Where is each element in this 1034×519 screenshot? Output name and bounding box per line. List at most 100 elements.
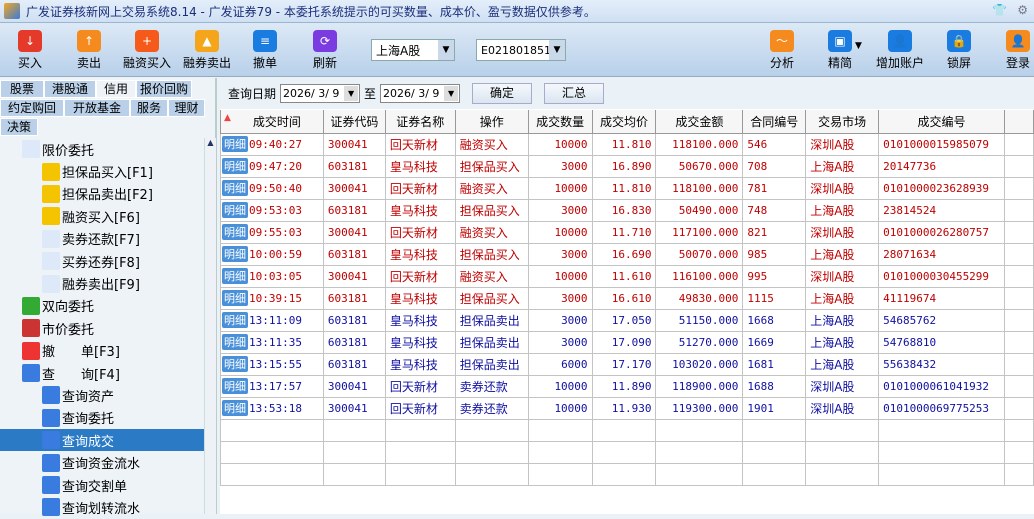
detail-button[interactable]: 明细 [222, 224, 248, 240]
tree-item-1[interactable]: 担保品买入[F1] [0, 160, 204, 182]
detail-button[interactable]: 明细 [222, 180, 248, 196]
detail-button[interactable]: 明细 [222, 290, 248, 306]
detail-button[interactable]: 明细 [222, 356, 248, 372]
tab-2[interactable]: 信用 [96, 80, 136, 98]
document-icon [42, 229, 60, 248]
summary-button[interactable]: 汇总 [544, 83, 605, 104]
login-button[interactable]: 👤 登录 [988, 30, 1034, 71]
cell-value: 深圳A股 [810, 225, 855, 240]
confirm-button[interactable]: 确定 [472, 83, 533, 104]
cell: 回天新材 [384, 396, 456, 420]
tree-scrollbar[interactable]: ▲ [204, 138, 216, 514]
short-sell-button[interactable]: ▲ 融券卖出 [177, 30, 237, 71]
column-header-2[interactable]: 证券名称 [384, 110, 456, 134]
detail-button[interactable]: 明细 [222, 400, 248, 416]
table-row[interactable]: 明细 13:11:09 603181 皇马科技 担保品卖出 3000 17.050 51150… [220, 308, 1034, 332]
cell: 17.090 [591, 330, 657, 354]
add-account-button[interactable]: 👤 增加账户 [870, 30, 930, 71]
tree-item-12[interactable]: 查询委托 [0, 407, 204, 429]
table-row[interactable] [220, 418, 1034, 442]
refresh-button[interactable]: ⟳ 刷新 [295, 30, 355, 71]
table-row[interactable] [220, 462, 1034, 486]
table-row[interactable]: 明细 09:47:20 603181 皇马科技 担保品买入 3000 16.890 50670… [220, 154, 1034, 178]
tree-item-2[interactable]: 担保品卖出[F2] [0, 183, 204, 205]
table-row[interactable]: 明细 09:50:40 300041 回天新材 融资买入 10000 11.810 11810… [220, 176, 1034, 200]
tab-1[interactable]: 港股通 [44, 80, 96, 98]
cell [742, 418, 807, 442]
cancel-order-button[interactable]: ≡ 撤单 [235, 30, 295, 71]
table-row[interactable]: 明细 13:11:35 603181 皇马科技 担保品卖出 3000 17.090 51270… [220, 330, 1034, 354]
window-title: 广发证券核新网上交易系统8.14 - 广发证券79 - 本委托系统提示的可买数量… [26, 4, 596, 19]
table-row[interactable]: 明细 10:00:59 603181 皇马科技 担保品买入 3000 16.690 50070… [220, 242, 1034, 266]
sell-button[interactable]: ↑ 卖出 [59, 30, 119, 71]
detail-button[interactable]: 明细 [222, 312, 248, 328]
table-row[interactable]: 明细 09:53:03 603181 皇马科技 担保品买入 3000 16.830 50490… [220, 198, 1034, 222]
tree-item-5[interactable]: 买券还券[F8] [0, 250, 204, 272]
date-to-input[interactable]: 2026/ 3/ 9 ▼ [380, 84, 461, 103]
column-header-8[interactable]: 交易市场 [805, 110, 880, 134]
tree-item-7[interactable]: 双向委托 [0, 295, 204, 317]
date-from-input[interactable]: 2026/ 3/ 9 ▼ [280, 84, 361, 103]
detail-button[interactable]: 明细 [222, 378, 248, 394]
column-header-5[interactable]: 成交均价 [591, 110, 657, 134]
table-row[interactable]: 明细 13:15:55 603181 皇马科技 担保品卖出 6000 17.170 10302… [220, 352, 1034, 376]
settings-icon[interactable]: ⚙ [1017, 3, 1028, 17]
account-select[interactable]: E021801851 ▼ [476, 39, 566, 61]
tree-item-4[interactable]: 卖券还款[F7] [0, 228, 204, 250]
tree-item-9[interactable]: 撤 单[F3] [0, 340, 204, 362]
column-header-7[interactable]: 合同编号 [742, 110, 807, 134]
table-row[interactable]: 明细 09:55:03 300041 回天新材 融资买入 10000 11.710 11710… [220, 220, 1034, 244]
tree-item-14[interactable]: 查询资金流水 [0, 451, 204, 473]
detail-button[interactable]: 明细 [222, 268, 248, 284]
tab-8[interactable]: 决策 [0, 118, 38, 136]
chevron-down-icon: ▼ [344, 86, 359, 101]
detail-button[interactable]: 明细 [222, 158, 248, 174]
cell: 11.890 [591, 374, 657, 398]
tree-item-16[interactable]: 查询划转流水 [0, 496, 204, 518]
column-header-1[interactable]: 证券代码 [322, 110, 386, 134]
detail-button[interactable]: 明细 [222, 334, 248, 350]
lock-button[interactable]: 🔒 锁屏 [929, 30, 989, 71]
tree-item-13[interactable]: 查询成交 [0, 429, 204, 452]
table-row[interactable]: 明细 13:53:18 300041 回天新材 卖券还款 10000 11.930 11930… [220, 396, 1034, 420]
analysis-button[interactable]: 〜分析 [752, 30, 812, 71]
margin-buy-button[interactable]: + 融资买入 [117, 30, 177, 71]
tree-item-3[interactable]: 融资买入[F6] [0, 205, 204, 227]
chevron-down-icon: ▼ [444, 86, 459, 101]
detail-button[interactable]: 明细 [222, 202, 248, 218]
tree-item-11[interactable]: 查询资产 [0, 384, 204, 406]
buy-button[interactable]: ↓ 买入 [0, 30, 60, 71]
table-row[interactable] [220, 440, 1034, 464]
detail-button[interactable]: 明细 [222, 246, 248, 262]
column-header-6[interactable]: 成交金额 [655, 110, 744, 134]
cell-value: 回天新材 [389, 269, 438, 284]
table-row[interactable]: 明细 10:39:15 603181 皇马科技 担保品买入 3000 16.610 49830… [220, 286, 1034, 310]
column-header-4[interactable]: 成交数量 [527, 110, 593, 134]
tab-4[interactable]: 约定购回 [0, 99, 64, 117]
simple-dropdown-icon[interactable]: ▼ [855, 41, 862, 51]
skin-icon[interactable]: 👕 [992, 3, 1007, 17]
market-select[interactable]: 上海A股 ▼ [371, 39, 455, 61]
cell-value: 担保品买入 [459, 247, 520, 262]
column-header-0[interactable]: ▲ 成交时间 [220, 110, 324, 134]
tab-0[interactable]: 股票 [0, 80, 44, 98]
tab-7[interactable]: 理财 [168, 99, 205, 117]
tree-item-10[interactable]: 查 询[F4] [0, 362, 204, 384]
column-header-3[interactable]: 操作 [454, 110, 529, 134]
table-row[interactable]: 明细 10:03:05 300041 回天新材 融资买入 10000 11.610 11610… [220, 264, 1034, 288]
detail-button[interactable]: 明细 [222, 136, 248, 152]
scroll-up-icon[interactable]: ▲ [205, 138, 216, 147]
table-row[interactable]: 明细 09:40:27 300041 回天新材 融资买入 10000 11.810 11810… [220, 132, 1034, 156]
tree-item-8[interactable]: 市价委托 [0, 317, 204, 339]
tree-item-0[interactable]: 限价委托 [0, 138, 204, 160]
tab-3[interactable]: 报价回购 [136, 80, 192, 98]
tree-item-15[interactable]: 查询交割单 [0, 474, 204, 496]
tab-6[interactable]: 服务 [130, 99, 168, 117]
cell-value: 748 [747, 203, 768, 217]
tree-item-6[interactable]: 融券卖出[F9] [0, 272, 204, 294]
table-row[interactable]: 明细 13:17:57 300041 回天新材 卖券还款 10000 11.890 11890… [220, 374, 1034, 398]
column-header-9[interactable]: 成交编号 [878, 110, 1006, 134]
cell: 融资买入 [454, 220, 529, 244]
tab-5[interactable]: 开放基金 [64, 99, 130, 117]
cell-value: 50490.000 [678, 203, 739, 217]
